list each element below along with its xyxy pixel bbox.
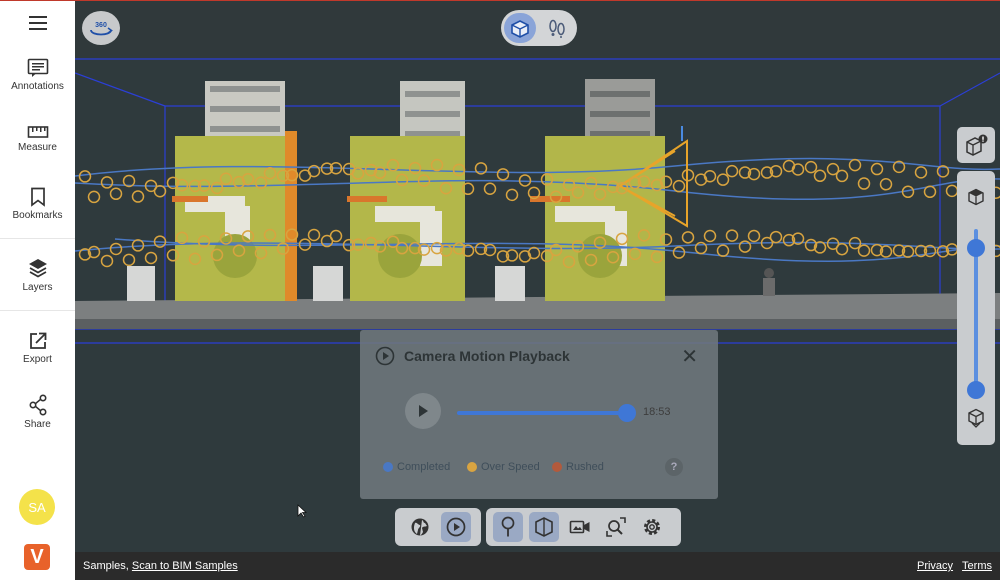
360-label: 360 <box>95 22 107 29</box>
cube-bottom-icon <box>968 408 984 428</box>
camera-playback-button[interactable] <box>441 512 471 542</box>
camera-motion-playback-panel: Camera Motion Playback ✕ 18:53 Completed… <box>360 330 718 499</box>
ruler-icon <box>27 126 48 138</box>
sidebar-item-annotations[interactable]: Annotations <box>0 58 75 92</box>
slider-handle-low[interactable] <box>967 381 985 399</box>
sidebar-item-label: Annotations <box>11 81 64 92</box>
sidebar-item-label: Layers <box>22 282 53 293</box>
play-button[interactable] <box>405 393 441 429</box>
legend-over-speed: Over Speed <box>467 461 540 473</box>
hamburger-icon <box>28 16 47 30</box>
zoom-extents-icon <box>606 517 626 537</box>
playback-time: 18:53 <box>643 406 671 418</box>
model-alert-icon <box>966 134 988 156</box>
divider <box>0 310 75 311</box>
menu-button[interactable] <box>0 15 75 31</box>
cube-top-icon <box>968 188 984 206</box>
slider-handle-high[interactable] <box>967 239 985 257</box>
terms-link[interactable]: Terms <box>962 560 992 572</box>
model-alert-button[interactable] <box>957 127 995 163</box>
sidebar-item-label: Share <box>24 419 51 430</box>
play-circle-icon <box>446 517 466 537</box>
cube-outline-icon <box>535 517 553 537</box>
settings-button[interactable] <box>637 512 667 542</box>
view-mode-toggle[interactable] <box>501 10 577 46</box>
breadcrumb-prefix: Samples, <box>83 560 129 572</box>
sidebar: Annotations Measure Bookmarks Layers Exp… <box>0 0 75 580</box>
playback-toolbar <box>395 508 481 546</box>
divider <box>0 238 75 239</box>
footer: Samples, Scan to BIM Samples Privacy Ter… <box>75 552 1000 580</box>
sidebar-item-share[interactable]: Share <box>0 394 75 430</box>
panel-title: Camera Motion Playback <box>404 348 570 364</box>
play-icon <box>419 405 428 417</box>
walk-view-option[interactable] <box>541 13 573 43</box>
legend-rushed: Rushed <box>552 461 604 473</box>
logo: V <box>24 544 50 570</box>
close-icon[interactable]: ✕ <box>681 344 698 369</box>
playback-progress-fill <box>457 411 627 415</box>
sidebar-item-label: Measure <box>18 142 57 153</box>
share-icon <box>28 394 47 416</box>
layers-icon <box>28 259 47 278</box>
footer-links: Privacy Terms <box>917 560 992 572</box>
section-slider-panel <box>957 127 995 445</box>
export-icon <box>29 332 46 349</box>
camera-video-icon <box>569 520 590 534</box>
legend-label: Completed <box>397 461 451 473</box>
section-box-button[interactable] <box>529 512 559 542</box>
breadcrumb-link[interactable]: Scan to BIM Samples <box>132 560 238 572</box>
3d-model-view-option[interactable] <box>504 13 536 43</box>
tools-toolbar <box>486 508 681 546</box>
help-icon[interactable]: ? <box>665 458 683 476</box>
section-range-slider[interactable] <box>957 171 995 445</box>
legend-label: Over Speed <box>481 461 540 473</box>
3d-viewport[interactable]: 360 Camera Motion Playback ✕ 18:53 Compl… <box>75 0 1000 552</box>
cursor-icon <box>297 504 307 518</box>
globe-button[interactable] <box>405 512 435 542</box>
sidebar-item-label: Bookmarks <box>12 210 63 221</box>
pin-icon <box>501 516 515 537</box>
sidebar-item-export[interactable]: Export <box>0 331 75 365</box>
legend-completed: Completed <box>383 461 450 473</box>
avatar[interactable]: SA <box>19 489 55 525</box>
sidebar-item-bookmarks[interactable]: Bookmarks <box>0 187 75 221</box>
playback-progress-handle[interactable] <box>618 404 636 422</box>
360-view-button[interactable]: 360 <box>82 11 120 45</box>
sidebar-item-measure[interactable]: Measure <box>0 125 75 153</box>
footsteps-icon <box>549 19 565 38</box>
pin-button[interactable] <box>493 512 523 542</box>
sidebar-item-layers[interactable]: Layers <box>0 257 75 293</box>
bookmark-icon <box>30 187 45 207</box>
zoom-extents-button[interactable] <box>601 512 631 542</box>
360-rotate-icon: 360 <box>90 22 113 36</box>
globe-icon <box>411 518 429 536</box>
legend-dot <box>467 462 477 472</box>
legend-dot <box>383 462 393 472</box>
playback-progress-track[interactable] <box>457 404 636 422</box>
annotations-icon <box>27 58 48 77</box>
privacy-link[interactable]: Privacy <box>917 560 953 572</box>
legend-dot <box>552 462 562 472</box>
legend-label: Rushed <box>566 461 604 473</box>
play-circle-icon <box>375 346 395 366</box>
sidebar-item-label: Export <box>23 354 52 365</box>
breadcrumb: Samples, Scan to BIM Samples <box>83 560 238 572</box>
gear-icon <box>644 519 660 535</box>
camera-video-button[interactable] <box>565 512 595 542</box>
box-icon <box>511 20 529 38</box>
